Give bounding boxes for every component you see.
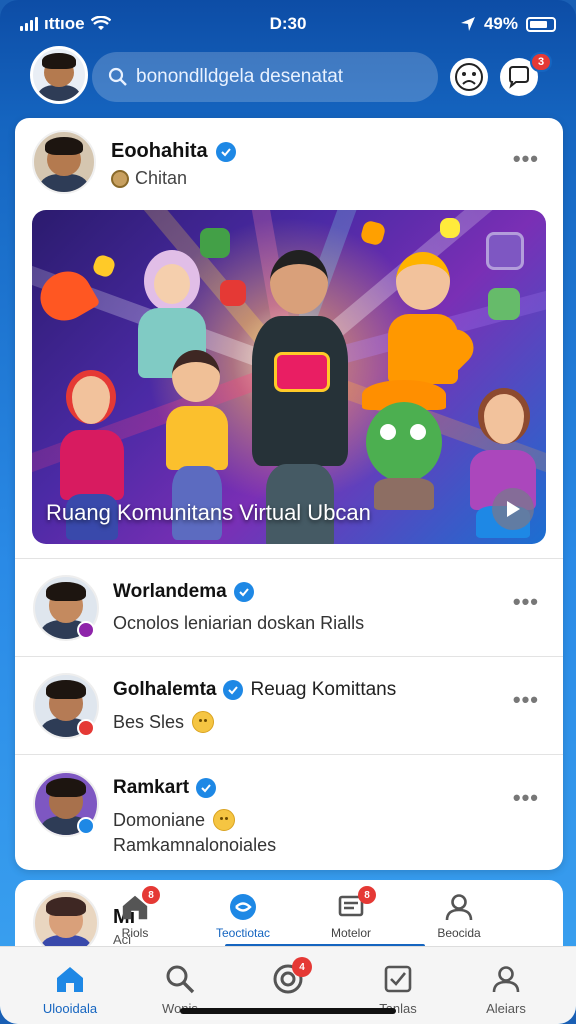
play-icon <box>507 501 520 517</box>
sad-face-icon <box>455 63 483 91</box>
profile-icon <box>488 961 524 997</box>
app-header: bonondlldgela desenatat 3 <box>0 46 576 116</box>
list-item-subtitle: Ocnolos leniarian doskan Rialls <box>113 613 364 634</box>
home-icon: 8 <box>120 886 160 922</box>
notification-badge: 8 <box>358 886 376 904</box>
post-more-button[interactable]: ••• <box>513 146 539 172</box>
nav-item-5[interactable]: Aleiars <box>456 961 556 1016</box>
list-item-more-button[interactable]: ••• <box>513 785 539 811</box>
verified-icon <box>223 680 244 700</box>
post-header: Eoohahita Chitan ••• <box>15 118 563 208</box>
list-item-more-button[interactable]: ••• <box>513 687 539 713</box>
post-image[interactable]: Ruang Komunitans Virtual Ubcan <box>32 210 546 544</box>
nav-item-3[interactable]: 4 <box>238 957 338 1001</box>
play-button[interactable] <box>492 488 534 530</box>
status-badge <box>77 621 95 639</box>
notification-badge: 4 <box>292 957 312 977</box>
cube-shape <box>440 218 460 238</box>
list-item-name-label: Ramkart <box>113 777 190 798</box>
location-icon <box>111 169 129 188</box>
search-input[interactable]: bonondlldgela desenatat <box>92 52 438 102</box>
secondary-tab-4[interactable]: Beocida <box>414 892 504 940</box>
search-icon <box>108 67 127 86</box>
smile-emoji-icon <box>213 809 236 831</box>
messages-badge: 3 <box>530 52 552 72</box>
feed-card: Eoohahita Chitan ••• Ruang Komunitans Vi… <box>15 118 563 870</box>
verified-icon <box>215 141 236 162</box>
post-author-label: Eoohahita <box>111 140 208 162</box>
checklist-icon <box>380 961 416 997</box>
gem-shape <box>91 253 117 279</box>
chat-bubble-icon <box>509 66 529 89</box>
cube-shape <box>486 232 524 270</box>
secondary-tab-label: Teoctiotac <box>215 926 271 940</box>
secondary-tab-label: Beocida <box>437 926 481 940</box>
location-arrow-icon <box>460 17 475 31</box>
secondary-tab-3[interactable]: 8 Motelor <box>306 886 396 940</box>
verified-icon <box>233 582 254 602</box>
user-list: Worlandema Ocnolos leniarian doskan Riall… <box>15 558 563 855</box>
list-item[interactable]: Golhalemta Reuag Komittans Bes Sles ••• <box>15 656 563 754</box>
nav-item-1[interactable]: Ulooidala <box>20 961 120 1016</box>
list-item-name[interactable]: Ramkart <box>113 777 217 799</box>
list-item-name[interactable]: Golhalemta Reuag Komittans <box>113 679 396 701</box>
search-placeholder: bonondlldgela desenatat <box>136 66 344 87</box>
nav-item-label: Aleiars <box>486 1001 526 1016</box>
notification-badge: 8 <box>142 886 160 904</box>
messages-button[interactable]: 3 <box>500 52 552 96</box>
list-item-subtitle: Domoniane <box>113 809 236 831</box>
status-right: 49% <box>460 14 556 34</box>
list-item-subtitle: Bes Sles <box>113 711 215 733</box>
list-item-subtitle-2: Ramkamnalonoiales <box>113 835 277 855</box>
app-frame: ıttıoe D:30 49% bonondlldgela desenatat <box>0 0 576 1024</box>
battery-icon <box>526 16 556 32</box>
home-icon <box>52 961 88 997</box>
cube-shape <box>220 280 246 306</box>
nav-item-label: Ulooidala <box>42 1001 98 1016</box>
status-bar: ıttıoe D:30 49% <box>0 0 576 46</box>
list-item-subtitle-label: Bes Sles <box>113 711 185 732</box>
post-image-title: Ruang Komunitans Virtual Ubcan <box>46 500 371 525</box>
list-item-subtitle-label: Ocnolos leniarian doskan Rialls <box>113 613 365 633</box>
secondary-tab-label: Motelor <box>330 926 371 940</box>
list-item-name[interactable]: Worlandema <box>113 581 254 603</box>
verified-icon <box>196 778 217 798</box>
profile-avatar[interactable] <box>30 46 88 104</box>
activity-icon: 4 <box>270 957 312 997</box>
home-indicator <box>180 1008 396 1014</box>
character-pointing-boy <box>378 252 468 392</box>
list-item[interactable]: Worlandema Ocnolos leniarian doskan Riall… <box>15 558 563 656</box>
secondary-tab-label: Riols <box>121 926 149 940</box>
character-green-mascot <box>358 380 448 510</box>
post-author-name[interactable]: Eoohahita <box>111 140 236 163</box>
list-item-name-label: Golhalemta <box>113 679 217 700</box>
list-item-extra: Reuag Komittans <box>250 679 397 700</box>
list-item[interactable]: Ramkart Domoniane Ramkamnalonoiales ••• <box>15 754 563 855</box>
cube-shape <box>488 288 520 320</box>
post-subtitle: Chitan <box>111 168 187 189</box>
list-item-name-label: Worlandema <box>113 581 227 602</box>
secondary-tab-1[interactable]: 8 Riols <box>90 886 180 940</box>
status-badge <box>77 817 95 835</box>
list-item-subtitle-label: Domoniane <box>113 809 206 830</box>
post-subtitle-label: Chitan <box>135 168 188 188</box>
smile-emoji-icon <box>192 711 215 733</box>
message-icon: 8 <box>336 886 376 922</box>
profile-icon <box>444 892 474 922</box>
status-badge <box>77 719 95 737</box>
community-icon <box>228 892 258 922</box>
secondary-tab-2[interactable]: Teoctiotac <box>198 892 288 940</box>
post-author-avatar[interactable] <box>32 130 96 194</box>
search-icon <box>162 961 198 997</box>
emoji-button[interactable] <box>450 58 488 96</box>
list-item-more-button[interactable]: ••• <box>513 589 539 615</box>
cube-shape <box>359 219 387 247</box>
battery-percent: 49% <box>483 14 518 33</box>
